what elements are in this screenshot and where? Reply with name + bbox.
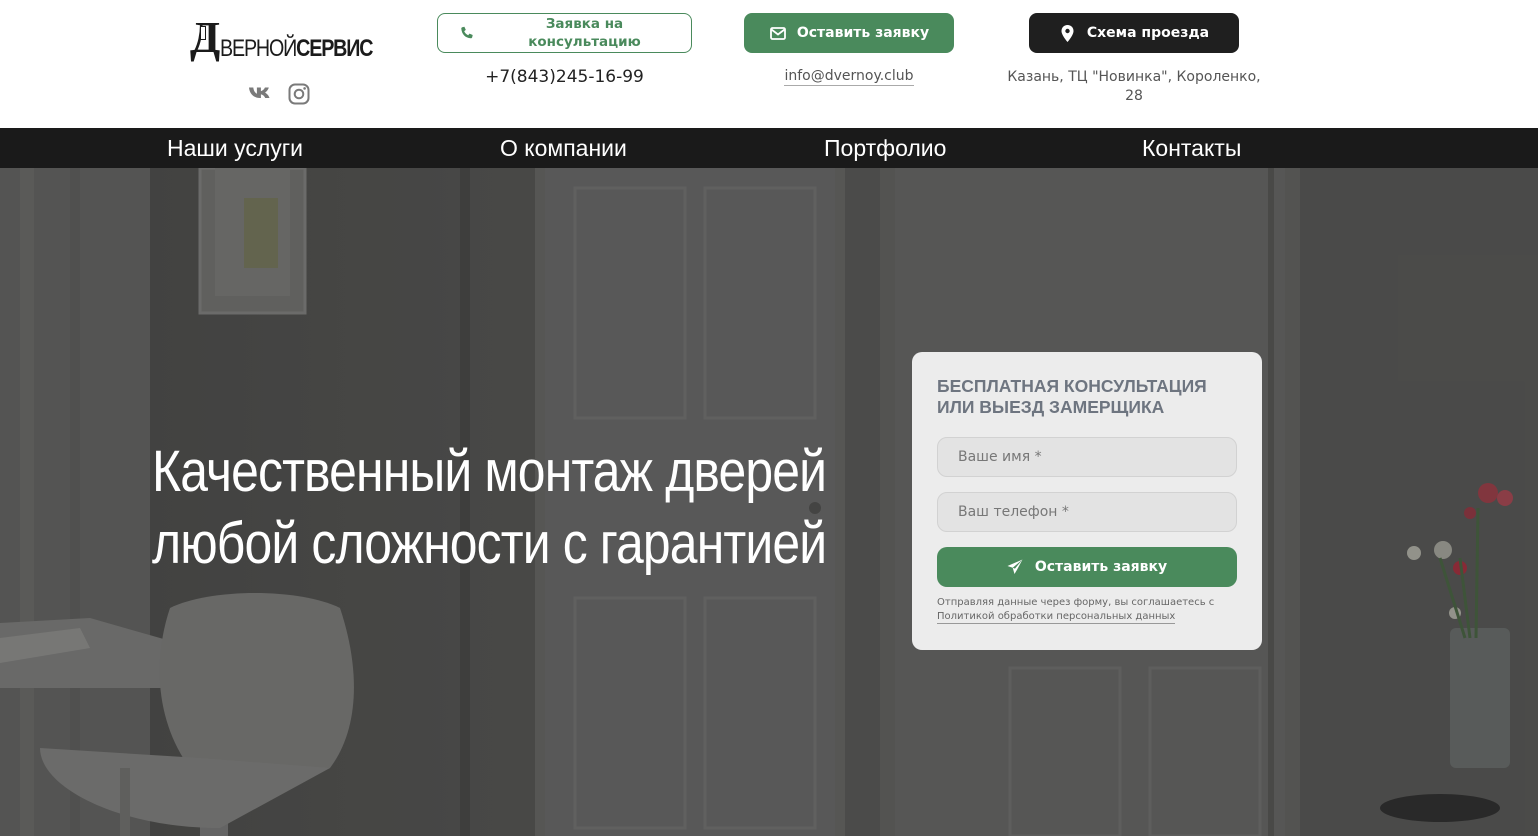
form-submit-label: Оставить заявку: [1034, 559, 1168, 575]
email-text: info@dvernoy.club: [784, 68, 914, 86]
logo-text: ВЕРНОЙСЕРВИС: [220, 35, 373, 62]
form-title: Бесплатная консультация или выезд замерщ…: [937, 376, 1207, 417]
nav-item-contacts[interactable]: Контакты: [1142, 128, 1241, 168]
logo-text-light: ВЕРНОЙ: [220, 35, 297, 62]
instagram-icon[interactable]: [288, 83, 310, 105]
paper-plane-icon: [1007, 559, 1023, 575]
consent-note: Отправляя данные через форму, вы соглаша…: [937, 596, 1237, 624]
envelope-icon: [769, 24, 787, 42]
consultation-request-label: Заявка на консультацию: [528, 16, 641, 50]
name-input[interactable]: [937, 437, 1237, 477]
main-nav: Наши услуги О компании Портфолио Контакт…: [0, 128, 1538, 168]
nav-item-portfolio[interactable]: Портфолио: [824, 128, 946, 168]
route-map-label: Схема проезда: [1086, 25, 1210, 41]
email-link[interactable]: info@dvernoy.club: [744, 68, 954, 86]
logo-door-icon: [200, 26, 206, 40]
privacy-policy-link[interactable]: Политикой обработки персональных данных: [937, 610, 1176, 624]
hero-title: Качественный монтаж дверей любой сложнос…: [152, 436, 827, 580]
hero-section: Качественный монтаж дверей любой сложнос…: [0, 168, 1538, 836]
route-map-button[interactable]: Схема проезда: [1029, 13, 1239, 53]
site-header: Д ВЕРНОЙСЕРВИС Заявка на консультацию Ос…: [0, 0, 1538, 128]
logo-text-bold: СЕРВИС: [296, 35, 373, 62]
phone-input[interactable]: [937, 492, 1237, 532]
address-text: Казань, ТЦ "Новинка", Короленко, 28: [1007, 69, 1261, 104]
consultation-form: Бесплатная консультация или выезд замерщ…: [912, 352, 1262, 650]
leave-request-button[interactable]: Оставить заявку: [744, 13, 954, 53]
hero-title-line-1: Качественный монтаж дверей: [152, 439, 827, 504]
nav-item-about[interactable]: О компании: [500, 128, 627, 168]
phone-number-link[interactable]: +7(843)245-16-99: [437, 67, 692, 87]
consultation-request-button[interactable]: Заявка на консультацию: [437, 13, 692, 53]
hero-title-line-2: любой сложности с гарантией: [152, 511, 827, 576]
leave-request-label: Оставить заявку: [796, 25, 930, 41]
logo[interactable]: Д ВЕРНОЙСЕРВИС: [190, 14, 373, 64]
map-pin-icon: [1059, 24, 1077, 42]
vk-icon[interactable]: [248, 83, 274, 105]
nav-item-services[interactable]: Наши услуги: [167, 128, 303, 168]
consent-text: Отправляя данные через форму, вы соглаша…: [937, 597, 1215, 608]
form-submit-button[interactable]: Оставить заявку: [937, 547, 1237, 587]
phone-icon: [458, 25, 476, 43]
